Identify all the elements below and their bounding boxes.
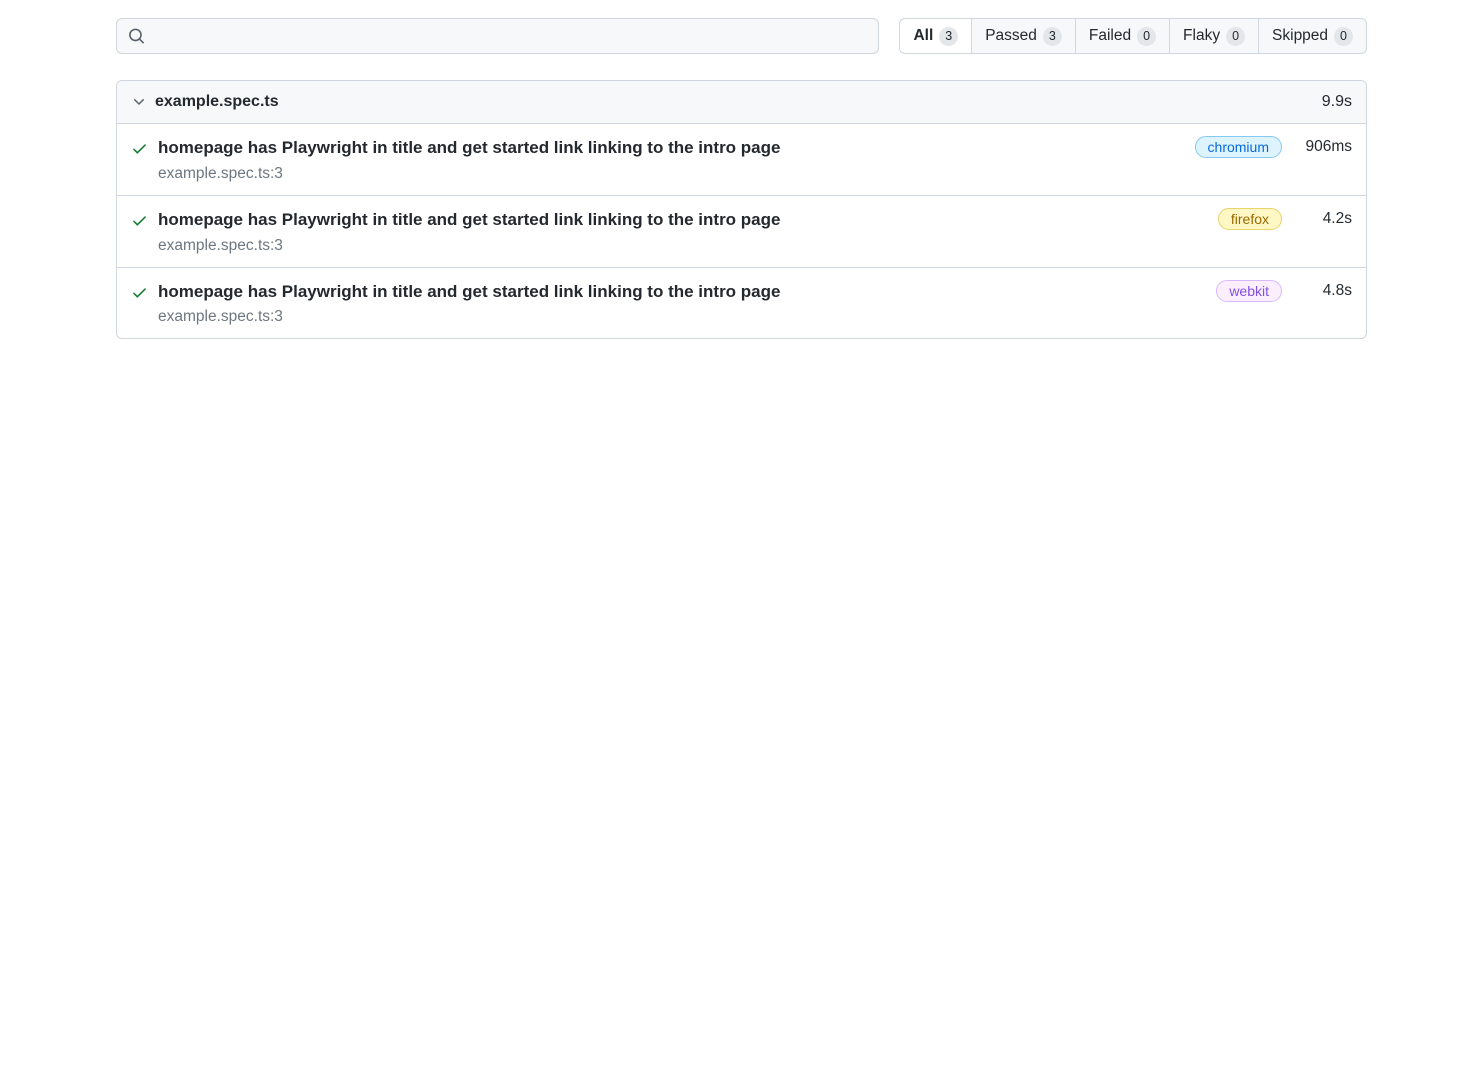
chevron-down-icon [131,94,147,110]
filter-tabs: All 3 Passed 3 Failed 0 Flaky 0 Skipped … [899,18,1367,54]
test-title: homepage has Playwright in title and get… [158,208,1202,232]
filter-label: All [913,27,933,45]
check-icon [131,140,148,157]
test-location: example.spec.ts:3 [158,237,1202,255]
count-badge: 3 [939,27,958,46]
test-row[interactable]: homepage has Playwright in title and get… [117,196,1366,268]
check-icon [131,284,148,301]
test-row[interactable]: homepage has Playwright in title and get… [117,124,1366,196]
filter-tab-failed[interactable]: Failed 0 [1076,19,1170,53]
filter-label: Failed [1089,27,1131,45]
filter-tab-all[interactable]: All 3 [900,19,972,53]
test-duration: 906ms [1304,138,1352,156]
browser-badge: chromium [1195,136,1282,158]
count-badge: 0 [1137,27,1156,46]
check-icon [131,212,148,229]
spec-name: example.spec.ts [155,93,279,111]
count-badge: 3 [1043,27,1062,46]
filter-tab-passed[interactable]: Passed 3 [972,19,1076,53]
filter-label: Flaky [1183,27,1220,45]
spec-header[interactable]: example.spec.ts 9.9s [117,81,1366,124]
test-location: example.spec.ts:3 [158,308,1200,326]
filter-label: Skipped [1272,27,1328,45]
browser-badge: webkit [1216,280,1282,302]
test-row[interactable]: homepage has Playwright in title and get… [117,268,1366,339]
filter-label: Passed [985,27,1037,45]
test-location: example.spec.ts:3 [158,165,1179,183]
test-title: homepage has Playwright in title and get… [158,280,1200,304]
test-title: homepage has Playwright in title and get… [158,136,1179,160]
count-badge: 0 [1334,27,1353,46]
filter-tab-flaky[interactable]: Flaky 0 [1170,19,1259,53]
test-duration: 4.8s [1304,282,1352,300]
count-badge: 0 [1226,27,1245,46]
test-duration: 4.2s [1304,210,1352,228]
spec-file: example.spec.ts 9.9s homepage has Playwr… [116,80,1367,339]
browser-badge: firefox [1218,208,1282,230]
spec-duration: 9.9s [1322,93,1352,111]
search-icon [128,28,145,45]
search-input[interactable] [116,18,879,54]
filter-tab-skipped[interactable]: Skipped 0 [1259,19,1366,53]
